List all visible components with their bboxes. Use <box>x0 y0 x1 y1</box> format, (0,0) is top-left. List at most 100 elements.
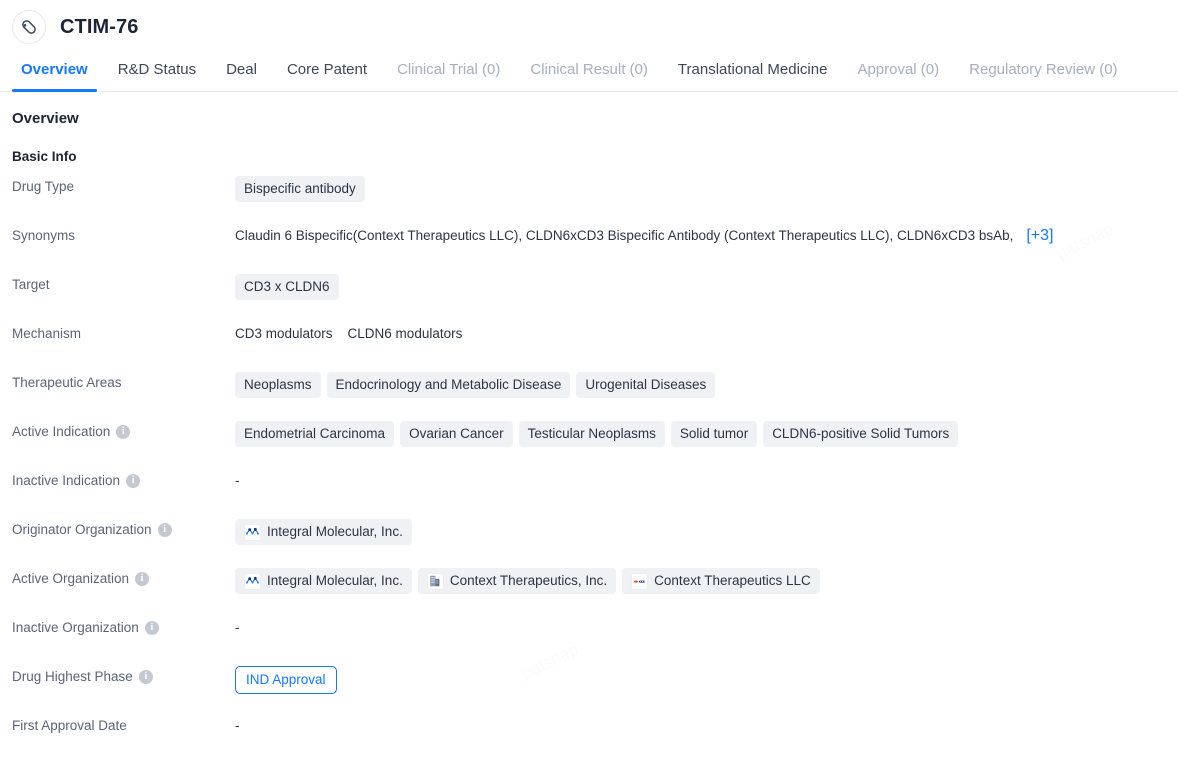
row-active-organization: Active Organization i Integral Molecular… <box>12 566 1178 615</box>
tab-approval[interactable]: Approval (0) <box>842 61 954 91</box>
tab-clinical-result[interactable]: Clinical Result (0) <box>515 61 663 91</box>
synonyms-text: Claudin 6 Bispecific(Context Therapeutic… <box>235 228 1014 243</box>
info-icon[interactable]: i <box>144 621 159 635</box>
info-icon[interactable]: i <box>157 523 172 537</box>
info-icon[interactable]: i <box>135 572 150 586</box>
chip-organization[interactable]: Integral Molecular, Inc. <box>235 519 412 545</box>
tab-deal[interactable]: Deal <box>211 61 272 91</box>
row-inactive-organization: Inactive Organization i - <box>12 615 1178 664</box>
row-value: Endometrial Carcinoma Ovarian Cancer Tes… <box>235 419 1178 447</box>
chip-active-indication[interactable]: Endometrial Carcinoma <box>235 421 395 447</box>
chip-therapeutic-area[interactable]: Urogenital Diseases <box>576 372 716 398</box>
row-inactive-indication: Inactive Indication i - <box>12 468 1178 517</box>
status-badge-highest-phase[interactable]: IND Approval <box>235 666 337 694</box>
mechanism-item[interactable]: CD3 modulators <box>235 324 333 344</box>
row-label: Inactive Organization i <box>12 615 235 637</box>
row-value: Integral Molecular, Inc. <box>235 517 1178 545</box>
row-value: Bispecific antibody <box>235 174 1178 202</box>
row-value: - <box>235 713 1178 737</box>
context-therapeutics-logo-icon <box>631 572 649 590</box>
capsule-pill-icon <box>12 10 46 44</box>
page-header: CTIM-76 <box>0 0 1178 52</box>
row-originator-organization: Originator Organization i Integral Molec… <box>12 517 1178 566</box>
row-label: Inactive Indication i <box>12 468 235 490</box>
organization-name: Integral Molecular, Inc. <box>267 524 403 539</box>
chip-active-indication[interactable]: Solid tumor <box>670 421 758 447</box>
empty-value: - <box>235 473 240 488</box>
row-label: Drug Highest Phase i <box>12 664 235 686</box>
chip-active-indication[interactable]: CLDN6-positive Solid Tumors <box>763 421 959 447</box>
organization-name: Context Therapeutics LLC <box>654 573 811 588</box>
label-text: Drug Type <box>12 179 75 194</box>
row-drug-highest-phase: Drug Highest Phase i IND Approval <box>12 664 1178 713</box>
organization-name: Context Therapeutics, Inc. <box>449 573 608 588</box>
building-icon <box>426 572 444 590</box>
row-value: - <box>235 615 1178 639</box>
label-text: Mechanism <box>12 326 82 341</box>
tab-rd-status[interactable]: R&D Status <box>103 61 211 91</box>
organization-name: Integral Molecular, Inc. <box>267 573 403 588</box>
label-text: Inactive Organization <box>12 620 139 635</box>
row-label: Therapeutic Areas <box>12 370 235 392</box>
label-text: Originator Organization <box>12 522 152 537</box>
row-value: IND Approval <box>235 664 1178 694</box>
row-drug-type: Drug Type Bispecific antibody <box>12 174 1178 223</box>
overview-panel: patsnap patsnap Overview Basic Info Drug… <box>0 92 1178 762</box>
row-value: Integral Molecular, Inc. <box>235 566 1178 594</box>
label-text: Inactive Indication <box>12 473 121 488</box>
label-text: Therapeutic Areas <box>12 375 122 390</box>
label-text: Active Organization <box>12 571 130 586</box>
tab-overview[interactable]: Overview <box>6 61 103 92</box>
row-label: First Approval Date <box>12 713 235 735</box>
label-text: First Approval Date <box>12 718 127 733</box>
tab-clinical-trial[interactable]: Clinical Trial (0) <box>382 61 515 91</box>
integral-molecular-logo-icon <box>244 572 261 590</box>
row-target: Target CD3 x CLDN6 <box>12 272 1178 321</box>
row-label: Target <box>12 272 235 294</box>
synonyms-more-link[interactable]: [+3] <box>1026 227 1053 245</box>
info-icon[interactable]: i <box>138 670 153 684</box>
row-label: Synonyms <box>12 223 235 245</box>
row-label: Active Indication i <box>12 419 235 441</box>
chip-active-indication[interactable]: Testicular Neoplasms <box>518 421 665 447</box>
row-mechanism: Mechanism CD3 modulators CLDN6 modulator… <box>12 321 1178 370</box>
label-text: Active Indication <box>12 424 111 439</box>
tab-translational-medicine[interactable]: Translational Medicine <box>663 61 843 91</box>
row-therapeutic-areas: Therapeutic Areas Neoplasms Endocrinolog… <box>12 370 1178 419</box>
row-first-approval-date: First Approval Date - <box>12 713 1178 762</box>
chip-active-indication[interactable]: Ovarian Cancer <box>400 421 513 447</box>
integral-molecular-logo-icon <box>244 523 261 541</box>
info-icon[interactable]: i <box>116 425 131 439</box>
page-title: CTIM-76 <box>60 15 139 38</box>
tab-regulatory-review[interactable]: Regulatory Review (0) <box>954 61 1132 91</box>
chip-therapeutic-area[interactable]: Neoplasms <box>235 372 321 398</box>
tab-bar: Overview R&D Status Deal Core Patent Cli… <box>0 52 1178 92</box>
row-label: Mechanism <box>12 321 235 343</box>
chip-therapeutic-area[interactable]: Endocrinology and Metabolic Disease <box>326 372 571 398</box>
empty-value: - <box>235 620 240 635</box>
chip-organization[interactable]: Integral Molecular, Inc. <box>235 568 412 594</box>
mechanism-item[interactable]: CLDN6 modulators <box>348 324 463 344</box>
chip-organization[interactable]: Context Therapeutics LLC <box>622 568 820 594</box>
subsection-title-basic-info: Basic Info <box>12 149 77 164</box>
tab-core-patent[interactable]: Core Patent <box>272 61 382 91</box>
row-value: Neoplasms Endocrinology and Metabolic Di… <box>235 370 1178 398</box>
empty-value: - <box>235 718 240 733</box>
row-label: Drug Type <box>12 174 235 196</box>
chip-target[interactable]: CD3 x CLDN6 <box>235 274 339 300</box>
row-label: Active Organization i <box>12 566 235 588</box>
chip-drug-type[interactable]: Bispecific antibody <box>235 176 365 202</box>
row-value: CD3 modulators CLDN6 modulators <box>235 321 1178 345</box>
section-title-overview: Overview <box>12 110 79 127</box>
info-icon[interactable]: i <box>126 474 141 488</box>
chip-organization[interactable]: Context Therapeutics, Inc. <box>417 568 617 594</box>
label-text: Drug Highest Phase <box>12 669 133 684</box>
label-text: Target <box>12 277 50 292</box>
row-active-indication: Active Indication i Endometrial Carcinom… <box>12 419 1178 468</box>
row-synonyms: Synonyms Claudin 6 Bispecific(Context Th… <box>12 223 1178 272</box>
row-value: CD3 x CLDN6 <box>235 272 1178 300</box>
label-text: Synonyms <box>12 228 76 243</box>
row-value: Claudin 6 Bispecific(Context Therapeutic… <box>235 223 1178 247</box>
row-label: Originator Organization i <box>12 517 235 539</box>
row-value: - <box>235 468 1178 492</box>
